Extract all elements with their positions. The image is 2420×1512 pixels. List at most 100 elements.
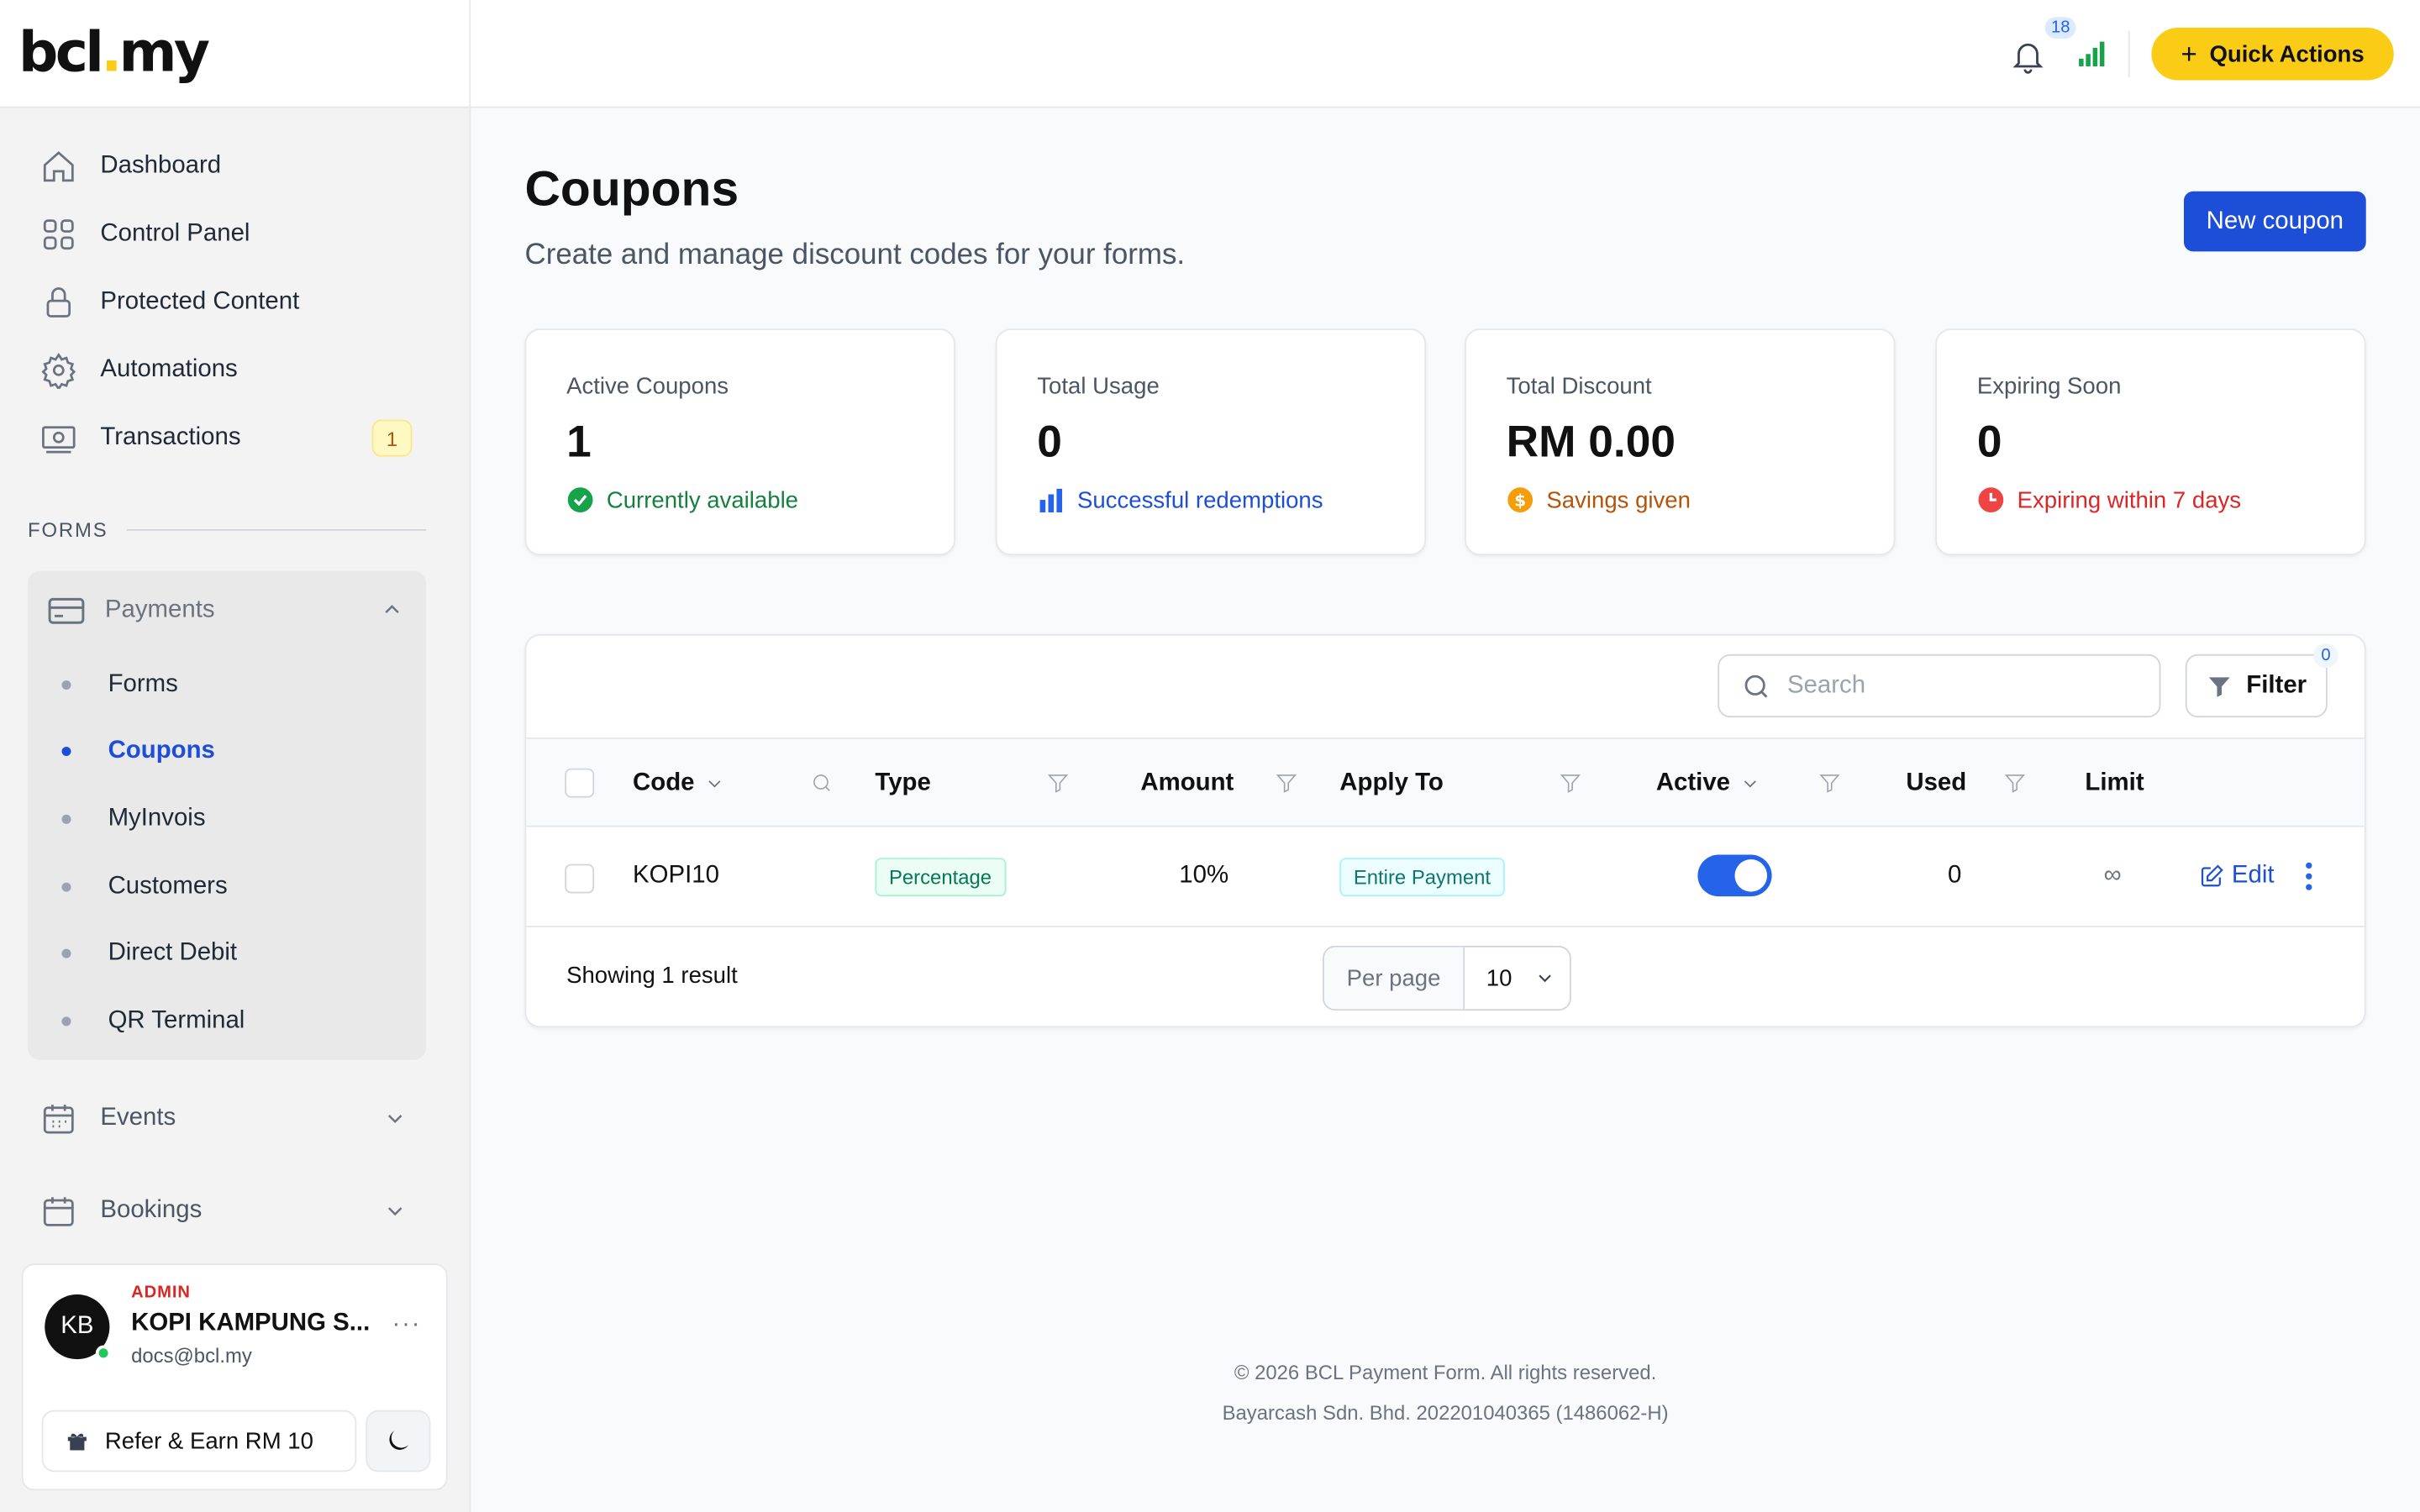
bullet-icon [61,1016,71,1026]
filter-icon[interactable] [1046,771,1070,795]
search-input[interactable]: Search [1718,654,2161,718]
funnel-icon [2209,676,2231,696]
chevron-down-icon [387,1207,402,1216]
user-card: KB ADMIN KOPI KAMPUNG S... docs@bcl.my ·… [21,1263,448,1491]
type-badge: Percentage [875,858,1006,897]
filter-icon[interactable] [1818,771,1842,795]
column-header-amount[interactable]: Amount [1140,770,1234,798]
dollar-coin-icon: $ [1507,487,1534,512]
credit-card-icon [48,597,85,624]
chevron-down-icon [387,1115,402,1124]
chevron-down-icon [1538,974,1551,983]
payments-label: Payments [104,596,215,624]
stat-value: RM 0.00 [1506,417,1676,468]
more-vertical-icon[interactable] [2304,861,2313,892]
sidebar-item-automations[interactable]: Automations [0,336,469,404]
column-header-used[interactable]: Used [1906,770,1966,798]
stat-card-expiring-soon: Expiring Soon 0 Expiring within 7 days [1935,328,2366,556]
column-header-active[interactable]: Active [1656,770,1761,798]
table-row: KOPI10 Percentage 10% Entire Payment 0 ∞… [526,827,2365,927]
bell-icon[interactable] [2009,37,2046,74]
filter-icon[interactable] [1559,771,1582,795]
coupon-amount: 10% [1179,862,1229,889]
column-header-type[interactable]: Type [875,770,930,798]
sidebar-item-dashboard[interactable]: Dashboard [0,133,469,201]
filter-count-badge: 0 [2313,643,2338,669]
grid-icon [43,219,74,250]
sub-item-label: MyInvois [108,805,206,832]
row-checkbox[interactable] [565,864,595,894]
main-nav: Dashboard Control Panel Protected Conten… [0,108,469,472]
table-header: Code Type Amount Apply To Active Used Li… [526,737,2365,827]
calendar-icon [43,1197,74,1226]
footer-copyright: © 2026 BCL Payment Form. All rights rese… [1234,1361,1657,1384]
theme-toggle-button[interactable] [366,1410,431,1473]
stat-note: $ Savings given [1507,486,1691,514]
top-bar: 18 + Quick Actions [471,0,2420,108]
toggle-knob [1734,859,1768,892]
select-all-checkbox[interactable] [565,768,595,798]
chevron-down-icon [1744,780,1756,788]
brand-logo[interactable]: bcl.my [18,22,210,85]
active-toggle[interactable] [1697,854,1772,897]
chevron-up-icon [385,605,399,614]
search-icon[interactable] [810,771,834,795]
pencil-square-icon [2201,864,2223,887]
bookings-label: Bookings [100,1197,203,1224]
sidebar: bcl.my Dashboard Control Panel Protected… [0,0,471,1512]
sidebar-item-label: Control Panel [100,220,250,247]
sidebar-item-coupons[interactable]: Coupons [28,718,426,785]
gift-icon [67,1433,87,1451]
more-horizontal-icon[interactable]: ··· [392,1311,422,1339]
home-icon [43,150,74,182]
per-page-select[interactable]: Per page 10 [1323,945,1571,1011]
sub-item-label: Forms [108,670,178,697]
bullet-icon [61,814,71,824]
sidebar-item-forms[interactable]: Forms [28,651,426,718]
coupon-code: KOPI10 [633,862,719,889]
sidebar-item-label: Transactions [100,424,241,451]
sidebar-item-myinvois[interactable]: MyInvois [28,785,426,853]
column-label: Amount [1140,769,1234,796]
column-label: Apply To [1339,769,1444,796]
bullet-icon [61,680,71,690]
bar-chart-icon [1039,488,1063,512]
column-header-apply-to[interactable]: Apply To [1339,770,1444,798]
filter-icon[interactable] [2003,771,2027,795]
chevron-down-icon [708,780,721,788]
stat-note-text: Expiring within 7 days [2017,486,2242,513]
sidebar-item-qr-terminal[interactable]: QR Terminal [28,987,426,1054]
sidebar-item-events[interactable]: Events [0,1084,471,1152]
logo-bar: bcl.my [0,0,470,108]
stat-card-total-usage: Total Usage 0 Successful redemptions [995,328,1427,556]
search-icon [1744,674,1768,697]
quick-actions-button[interactable]: + Quick Actions [2151,28,2394,81]
user-role: ADMIN [131,1284,191,1303]
filter-icon[interactable] [1275,771,1298,795]
signal-bars-icon[interactable] [2077,40,2105,68]
payments-toggle[interactable]: Payments [28,571,426,652]
online-status-dot [95,1345,112,1362]
sidebar-item-direct-debit[interactable]: Direct Debit [28,920,426,987]
edit-button[interactable]: Edit [2199,863,2275,890]
user-email: docs@bcl.my [131,1343,252,1368]
refer-earn-button[interactable]: Refer & Earn RM 10 [41,1410,357,1473]
column-label: Type [875,769,931,796]
sidebar-item-protected-content[interactable]: Protected Content [0,269,469,337]
footer-company: Bayarcash Sdn. Bhd. 202201040365 (148606… [1222,1400,1669,1425]
stat-value: 0 [1976,417,2002,468]
column-header-code[interactable]: Code [633,770,725,798]
sidebar-item-bookings[interactable]: Bookings [0,1177,471,1245]
filter-button[interactable]: Filter [2185,654,2328,718]
quick-actions-label: Quick Actions [2209,40,2365,67]
payments-group: Payments Forms Coupons MyInvois Customer… [28,570,426,1060]
avatar[interactable]: KB [45,1294,112,1362]
column-header-limit[interactable]: Limit [2085,770,2144,798]
sidebar-item-control-panel[interactable]: Control Panel [0,201,469,269]
bullet-icon [61,881,71,891]
new-coupon-button[interactable]: New coupon [2183,191,2366,252]
forms-section-label: FORMS [28,518,426,542]
sidebar-item-customers[interactable]: Customers [28,853,426,920]
check-circle-icon [567,487,593,512]
transactions-count-badge: 1 [371,419,413,457]
